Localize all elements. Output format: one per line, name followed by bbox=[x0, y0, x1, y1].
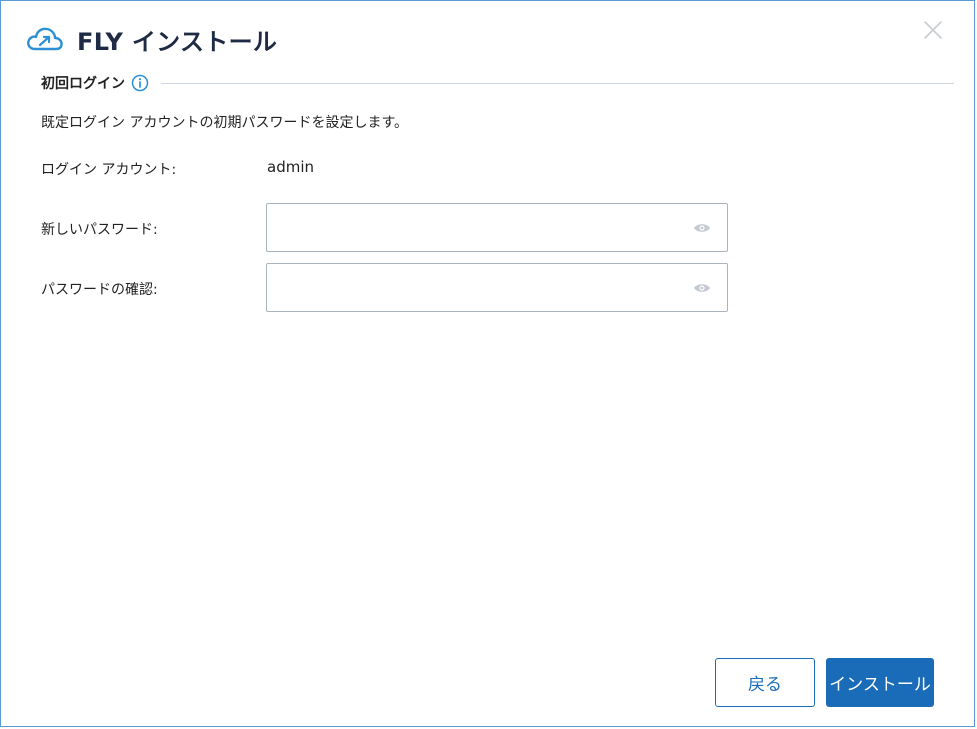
description-text: 既定ログイン アカウントの初期パスワードを設定します。 bbox=[41, 115, 409, 131]
new-password-label: 新しいパスワード: bbox=[41, 222, 158, 238]
back-button[interactable]: 戻る bbox=[715, 658, 815, 707]
eye-icon[interactable] bbox=[693, 281, 711, 295]
install-button[interactable]: インストール bbox=[826, 658, 934, 707]
account-value: admin bbox=[267, 158, 314, 176]
eye-icon[interactable] bbox=[693, 221, 711, 235]
confirm-password-field-box bbox=[266, 263, 728, 312]
install-dialog: FLY インストール 初回ログイン 既定ログイン アカウントの初期パスワードを設… bbox=[0, 0, 975, 727]
account-label: ログイン アカウント: bbox=[41, 162, 177, 178]
close-icon[interactable] bbox=[922, 19, 944, 41]
section-header: 初回ログイン bbox=[41, 71, 954, 95]
cloud-arrow-icon bbox=[27, 27, 63, 51]
section-divider bbox=[161, 82, 954, 84]
dialog-header: FLY インストール bbox=[25, 19, 277, 59]
section-title: 初回ログイン bbox=[41, 76, 125, 92]
app-title: FLY インストール bbox=[77, 27, 278, 56]
confirm-password-input[interactable] bbox=[267, 264, 691, 309]
new-password-input[interactable] bbox=[267, 204, 691, 249]
new-password-field-box bbox=[266, 203, 728, 252]
confirm-password-label: パスワードの確認: bbox=[41, 282, 158, 298]
info-icon[interactable] bbox=[131, 74, 149, 92]
